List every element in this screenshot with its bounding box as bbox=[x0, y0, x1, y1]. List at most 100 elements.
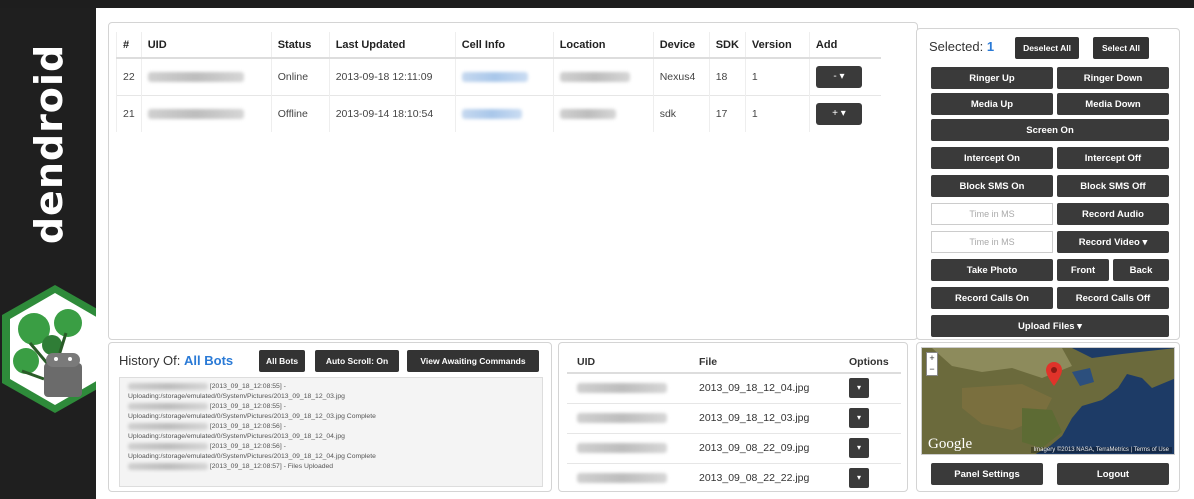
file-name: 2013_09_08_22_09.jpg bbox=[689, 432, 839, 463]
log-line: [2013_09_18_12:08:55] - bbox=[128, 402, 534, 412]
row-status: Offline bbox=[270, 94, 330, 132]
log-line: [2013_09_18_12:08:56] - bbox=[128, 442, 534, 452]
file-row[interactable]: 2013_09_18_12_04.jpg ▾ bbox=[567, 372, 901, 403]
col-version: Version bbox=[744, 32, 810, 59]
file-name: 2013_09_18_12_04.jpg bbox=[689, 372, 839, 403]
row-num: 21 bbox=[116, 94, 142, 132]
add-dropdown-button[interactable]: + ▾ bbox=[815, 102, 862, 125]
col-device: Device bbox=[652, 32, 710, 59]
history-log[interactable]: [2013_09_18_12:08:55] - Uploading:/stora… bbox=[119, 377, 543, 487]
col-uid: UID bbox=[567, 351, 689, 374]
file-uid bbox=[567, 402, 689, 433]
front-camera-button[interactable]: Front bbox=[1057, 259, 1109, 281]
bots-table: # UID Status Last Updated Cell Info Loca… bbox=[116, 32, 882, 132]
col-last-updated: Last Updated bbox=[328, 32, 456, 59]
android-tree-logo-icon bbox=[2, 285, 96, 413]
history-target: All Bots bbox=[184, 353, 234, 368]
block-sms-off-button[interactable]: Block SMS Off bbox=[1057, 175, 1169, 197]
all-bots-button[interactable]: All Bots bbox=[259, 350, 305, 372]
ringer-up-button[interactable]: Ringer Up bbox=[931, 67, 1053, 89]
google-logo: Google bbox=[928, 436, 973, 452]
file-options-cell: ▾ bbox=[839, 402, 901, 433]
table-row[interactable]: 22 Online 2013-09-18 12:11:09 Nexus4 18 … bbox=[116, 57, 882, 95]
terms-link[interactable]: Terms of Use bbox=[1134, 447, 1169, 453]
row-location bbox=[552, 94, 654, 132]
back-camera-button[interactable]: Back bbox=[1113, 259, 1169, 281]
history-label: History Of: bbox=[119, 353, 181, 368]
top-bar bbox=[0, 0, 1194, 8]
record-video-dropdown[interactable]: Record Video ▾ bbox=[1057, 231, 1169, 253]
file-row[interactable]: 2013_09_08_22_22.jpg ▾ bbox=[567, 462, 901, 491]
upload-files-dropdown[interactable]: Upload Files ▾ bbox=[931, 315, 1169, 337]
row-location bbox=[552, 57, 654, 95]
video-time-input[interactable]: Time in MS bbox=[931, 231, 1053, 253]
file-options-button[interactable]: ▾ bbox=[849, 378, 869, 399]
row-version: 1 bbox=[744, 57, 810, 95]
zoom-in-button[interactable]: + bbox=[927, 353, 937, 364]
file-options-button[interactable]: ▾ bbox=[849, 438, 869, 458]
file-row[interactable]: 2013_09_08_22_09.jpg ▾ bbox=[567, 432, 901, 463]
file-name: 2013_09_08_22_22.jpg bbox=[689, 462, 839, 491]
col-add: Add bbox=[808, 32, 882, 59]
col-options: Options bbox=[839, 351, 901, 374]
view-awaiting-commands-button[interactable]: View Awaiting Commands bbox=[407, 350, 539, 372]
select-all-button[interactable]: Select All bbox=[1093, 37, 1149, 59]
log-line: Uploading:/storage/emulated/0/System/Pic… bbox=[128, 453, 376, 460]
row-uid bbox=[140, 57, 272, 95]
record-audio-button[interactable]: Record Audio bbox=[1057, 203, 1169, 225]
history-title: History Of: All Bots bbox=[119, 353, 233, 368]
brand-logo-text: dendroid bbox=[27, 43, 71, 245]
log-line: Uploading:/storage/emulated/0/System/Pic… bbox=[128, 413, 376, 420]
remove-dropdown-button[interactable]: - ▾ bbox=[815, 65, 862, 88]
screen-on-button[interactable]: Screen On bbox=[931, 119, 1169, 141]
file-options-button[interactable]: ▾ bbox=[849, 408, 869, 428]
row-version: 1 bbox=[744, 94, 810, 132]
log-line: [2013_09_18_12:08:57] - Files Uploaded bbox=[128, 462, 534, 472]
deselect-all-button[interactable]: Deselect All bbox=[1015, 37, 1079, 59]
intercept-off-button[interactable]: Intercept Off bbox=[1057, 147, 1169, 169]
table-row[interactable]: 21 Offline 2013-09-14 18:10:54 sdk 17 1 … bbox=[116, 94, 882, 132]
record-calls-off-button[interactable]: Record Calls Off bbox=[1057, 287, 1169, 309]
block-sms-on-button[interactable]: Block SMS On bbox=[931, 175, 1053, 197]
row-device: Nexus4 bbox=[652, 57, 710, 95]
media-down-button[interactable]: Media Down bbox=[1057, 93, 1169, 115]
log-line: [2013_09_18_12:08:55] - bbox=[128, 382, 534, 392]
map-marker-icon[interactable] bbox=[1046, 362, 1062, 386]
file-options-button[interactable]: ▾ bbox=[849, 468, 869, 489]
audio-time-input[interactable]: Time in MS bbox=[931, 203, 1053, 225]
col-file: File bbox=[689, 351, 839, 374]
row-cell-info bbox=[454, 94, 554, 132]
world-map[interactable]: + − Google Imagery ©2013 NASA, TerraMetr… bbox=[921, 347, 1175, 455]
auto-scroll-button[interactable]: Auto Scroll: On bbox=[315, 350, 399, 372]
selected-label: Selected: bbox=[929, 39, 984, 54]
col-sdk: SDK bbox=[708, 32, 746, 59]
intercept-on-button[interactable]: Intercept On bbox=[931, 147, 1053, 169]
col-uid: UID bbox=[140, 32, 272, 59]
file-options-cell: ▾ bbox=[839, 462, 901, 491]
selected-label-wrap: Selected: 1 bbox=[929, 39, 994, 54]
map-zoom-controls: + − bbox=[926, 352, 938, 376]
row-last-updated: 2013-09-14 18:10:54 bbox=[328, 94, 456, 132]
file-uid bbox=[567, 372, 689, 403]
log-line: Uploading:/storage/emulated/0/System/Pic… bbox=[128, 393, 345, 400]
ringer-down-button[interactable]: Ringer Down bbox=[1057, 67, 1169, 89]
record-calls-on-button[interactable]: Record Calls On bbox=[931, 287, 1053, 309]
file-row[interactable]: 2013_09_18_12_03.jpg ▾ bbox=[567, 402, 901, 433]
selected-count: 1 bbox=[986, 39, 995, 54]
history-panel: History Of: All Bots All Bots Auto Scrol… bbox=[108, 342, 552, 492]
zoom-out-button[interactable]: − bbox=[927, 364, 937, 375]
row-add-cell: + ▾ bbox=[808, 94, 882, 132]
files-panel: UID File Options 2013_09_18_12_04.jpg ▾ … bbox=[558, 342, 908, 492]
row-add-cell: - ▾ bbox=[808, 57, 882, 95]
media-up-button[interactable]: Media Up bbox=[931, 93, 1053, 115]
col-location: Location bbox=[552, 32, 654, 59]
take-photo-button[interactable]: Take Photo bbox=[931, 259, 1053, 281]
row-device: sdk bbox=[652, 94, 710, 132]
logout-button[interactable]: Logout bbox=[1057, 463, 1169, 485]
row-cell-info bbox=[454, 57, 554, 95]
row-last-updated: 2013-09-18 12:11:09 bbox=[328, 57, 456, 95]
row-num: 22 bbox=[116, 57, 142, 95]
panel-settings-button[interactable]: Panel Settings bbox=[931, 463, 1043, 485]
sidebar: dendroid bbox=[0, 8, 96, 499]
map-panel: + − Google Imagery ©2013 NASA, TerraMetr… bbox=[916, 342, 1180, 492]
